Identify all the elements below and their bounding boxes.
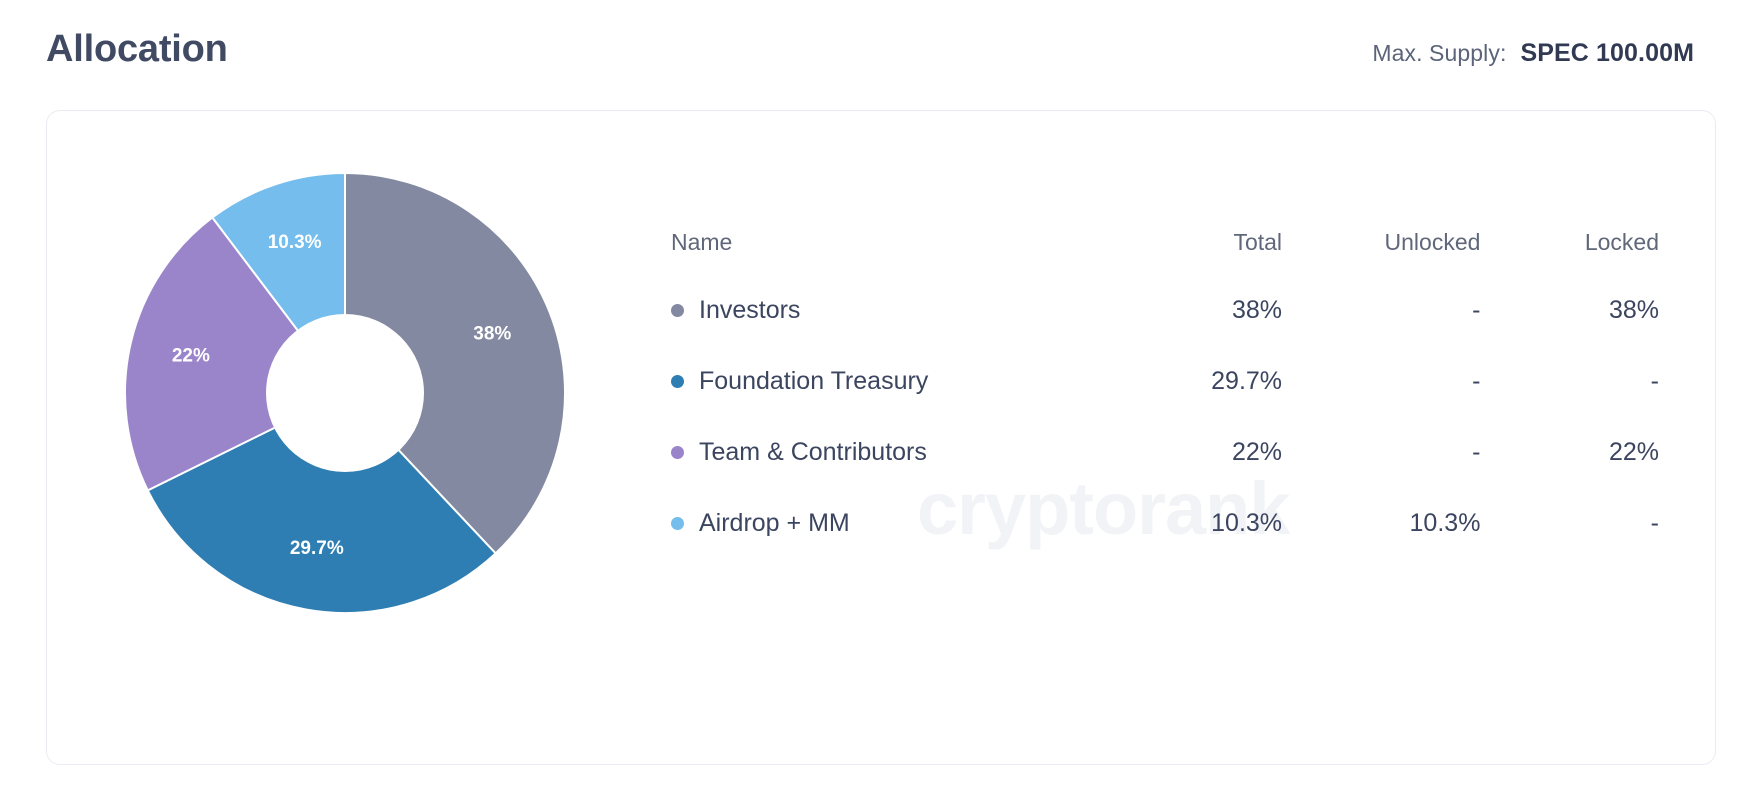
cell-name: Foundation Treasury	[667, 367, 1084, 438]
donut-center-hole	[266, 314, 424, 472]
legend-dot-icon	[671, 446, 684, 459]
donut-chart: 38% 29.7% 22% 10.3%	[125, 173, 565, 613]
allocation-name: Foundation Treasury	[699, 367, 929, 395]
cell-total: 10.3%	[1211, 509, 1283, 537]
table-row[interactable]: Team & Contributors 22% - 22%	[667, 438, 1659, 509]
cell-name: Airdrop + MM	[667, 509, 1084, 580]
max-supply-group: Max. Supply: SPEC 100.00M	[1372, 39, 1716, 68]
donut-slice-label: 38%	[473, 324, 511, 345]
table-row[interactable]: Airdrop + MM 10.3% 10.3% -	[667, 509, 1659, 580]
allocation-name: Team & Contributors	[699, 438, 927, 466]
cell-name: Investors	[667, 296, 1084, 367]
table-header-row: Name Total Unlocked Locked	[667, 229, 1659, 296]
donut-slice-label: 10.3%	[268, 232, 322, 253]
allocation-page: Allocation Max. Supply: SPEC 100.00M cry…	[0, 0, 1740, 808]
cell-locked: -	[1650, 509, 1659, 537]
table-row[interactable]: Investors 38% - 38%	[667, 296, 1659, 367]
cell-total: 29.7%	[1211, 367, 1283, 395]
allocation-table-wrap: Name Total Unlocked Locked Investors 38% -…	[647, 111, 1715, 580]
cell-unlocked: -	[1472, 367, 1481, 395]
cell-locked: -	[1650, 367, 1659, 395]
cell-locked: 22%	[1608, 438, 1659, 466]
legend-dot-icon	[671, 517, 684, 530]
max-supply-label: Max. Supply:	[1372, 40, 1507, 66]
donut-slice-label: 22%	[172, 346, 210, 367]
column-header-name: Name	[671, 229, 733, 255]
cell-name: Team & Contributors	[667, 438, 1084, 509]
legend-dot-icon	[671, 304, 684, 317]
max-supply-value: SPEC 100.00M	[1520, 39, 1694, 67]
donut-slice-label: 29.7%	[290, 538, 344, 559]
cell-unlocked: -	[1472, 296, 1481, 324]
column-header-unlocked: Unlocked	[1384, 229, 1481, 255]
allocation-table: Name Total Unlocked Locked Investors 38% -…	[667, 229, 1659, 580]
page-header: Allocation Max. Supply: SPEC 100.00M	[0, 0, 1740, 96]
cell-unlocked: -	[1472, 438, 1481, 466]
column-header-locked: Locked	[1584, 229, 1659, 255]
table-row[interactable]: Foundation Treasury 29.7% - -	[667, 367, 1659, 438]
allocation-card: cryptorank 38% 29.7% 22% 10.3% Name Tota…	[46, 110, 1716, 765]
allocation-chart: 38% 29.7% 22% 10.3%	[47, 111, 647, 764]
cell-unlocked: 10.3%	[1409, 509, 1481, 537]
cell-total: 38%	[1231, 296, 1283, 324]
legend-dot-icon	[671, 375, 684, 388]
cell-locked: 38%	[1608, 296, 1659, 324]
donut-chart-svg: 38% 29.7% 22% 10.3%	[125, 173, 565, 613]
column-header-total: Total	[1233, 229, 1283, 255]
allocation-name: Investors	[699, 296, 801, 324]
cell-total: 22%	[1231, 438, 1283, 466]
page-title: Allocation	[46, 28, 228, 70]
allocation-name: Airdrop + MM	[699, 509, 850, 537]
